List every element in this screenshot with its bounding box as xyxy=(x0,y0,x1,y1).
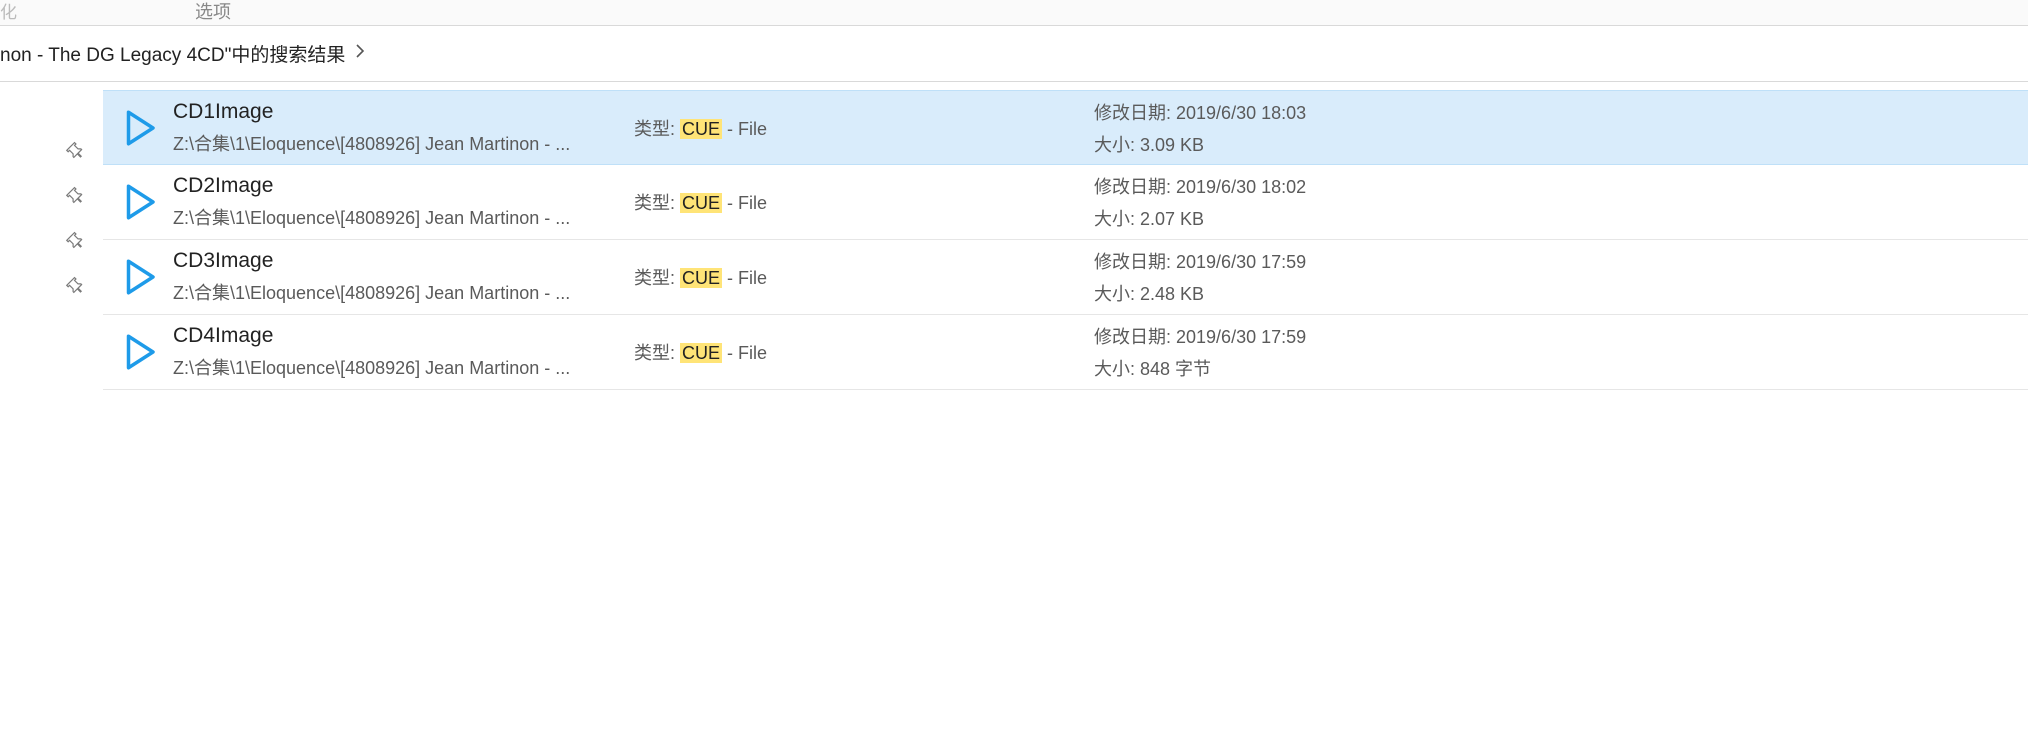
play-icon xyxy=(109,181,169,223)
file-date: 修改日期: 2019/6/30 18:02 xyxy=(1094,173,1306,199)
file-name: CD3Image xyxy=(173,249,634,273)
ribbon-tab-partial[interactable]: 化 xyxy=(0,0,17,23)
file-size: 大小: 848 字节 xyxy=(1094,355,1306,381)
file-date: 修改日期: 2019/6/30 17:59 xyxy=(1094,323,1306,349)
breadcrumb-text: non - The DG Legacy 4CD"中的搜索结果 xyxy=(0,40,345,67)
file-date: 修改日期: 2019/6/30 18:03 xyxy=(1094,99,1306,125)
ribbon-tab-options[interactable]: 选项 xyxy=(195,0,231,24)
file-size: 大小: 2.07 KB xyxy=(1094,205,1306,231)
play-icon xyxy=(109,256,169,298)
file-name: CD4Image xyxy=(173,324,634,348)
file-size: 大小: 3.09 KB xyxy=(1094,131,1306,157)
file-type: 类型: CUE - File xyxy=(634,115,1094,141)
file-name: CD2Image xyxy=(173,174,634,198)
pin-icon[interactable] xyxy=(63,275,91,303)
play-icon xyxy=(109,107,169,149)
chevron-right-icon[interactable] xyxy=(355,44,365,61)
file-path: Z:\合集\1\Eloquence\[4808926] Jean Martino… xyxy=(173,354,634,380)
file-size: 大小: 2.48 KB xyxy=(1094,280,1306,306)
search-results: CD1Image Z:\合集\1\Eloquence\[4808926] Jean… xyxy=(103,82,2028,390)
file-date: 修改日期: 2019/6/30 17:59 xyxy=(1094,248,1306,274)
search-result-row[interactable]: CD2Image Z:\合集\1\Eloquence\[4808926] Jean… xyxy=(103,165,2028,240)
ribbon-tabs: 化 选项 xyxy=(0,0,2028,26)
search-result-row[interactable]: CD4Image Z:\合集\1\Eloquence\[4808926] Jean… xyxy=(103,315,2028,390)
pin-icon[interactable] xyxy=(63,185,91,213)
search-result-row[interactable]: CD1Image Z:\合集\1\Eloquence\[4808926] Jean… xyxy=(103,90,2028,165)
pin-icon[interactable] xyxy=(63,230,91,258)
file-path: Z:\合集\1\Eloquence\[4808926] Jean Martino… xyxy=(173,130,634,156)
file-type: 类型: CUE - File xyxy=(634,264,1094,290)
pin-icon[interactable] xyxy=(63,140,91,168)
file-type: 类型: CUE - File xyxy=(634,189,1094,215)
breadcrumb[interactable]: non - The DG Legacy 4CD"中的搜索结果 xyxy=(0,26,2028,82)
quick-access-sidebar xyxy=(0,82,103,390)
file-type: 类型: CUE - File xyxy=(634,339,1094,365)
file-path: Z:\合集\1\Eloquence\[4808926] Jean Martino… xyxy=(173,204,634,230)
play-icon xyxy=(109,331,169,373)
search-result-row[interactable]: CD3Image Z:\合集\1\Eloquence\[4808926] Jean… xyxy=(103,240,2028,315)
file-path: Z:\合集\1\Eloquence\[4808926] Jean Martino… xyxy=(173,279,634,305)
file-name: CD1Image xyxy=(173,100,634,124)
